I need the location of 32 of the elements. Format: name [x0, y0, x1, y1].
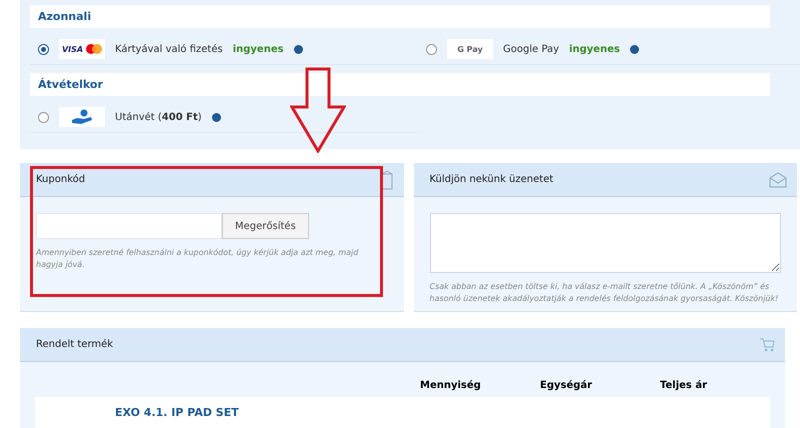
group-heading: Átvételkor — [30, 73, 770, 96]
circles-logo-icon — [86, 43, 102, 55]
radio-button[interactable] — [38, 112, 49, 122]
card-title: Küldjön nekünk üzenetet — [430, 174, 554, 185]
info-icon — [212, 112, 221, 122]
card-title: Kuponkód — [36, 174, 86, 185]
logo-text: G Pay — [457, 44, 483, 54]
card-title: Rendelt termék — [36, 339, 114, 350]
confirm-button[interactable]: Megerősítés — [222, 213, 309, 239]
column-heading: Teljes ár — [660, 380, 708, 391]
info-icon — [630, 44, 639, 54]
option-label: Utánvét (400 Ft) — [115, 112, 202, 122]
down-arrow-icon — [290, 67, 346, 153]
price-label: ingyenes — [232, 44, 284, 54]
price-label: ingyenes — [569, 44, 620, 54]
option-label: Google Pay — [503, 44, 560, 54]
info-icon — [294, 44, 303, 54]
envelope-icon — [769, 172, 787, 188]
coupon-input[interactable] — [36, 213, 222, 239]
radio-button[interactable] — [38, 44, 49, 54]
radio-button[interactable] — [426, 44, 437, 54]
message-textarea[interactable] — [430, 213, 781, 273]
logo-text: VISA — [62, 44, 84, 54]
column-heading: Egységár — [540, 380, 594, 391]
cart-icon — [759, 338, 775, 352]
hint-text: Amennyiben szeretné felhasználni a kuponkódot, úgy kérjük adja azt meg, majd hagyja jóvá. — [36, 247, 360, 271]
product-name: EXO 4.1. IP PAD SET — [115, 406, 239, 419]
column-heading: Mennyiség — [420, 380, 482, 391]
hand-coin-icon — [71, 109, 93, 125]
hint-text: Csak abban az esetben töltse ki, ha válasz e-mailt szeretne tőlünk. A „Köszönöm” és hasonló üzenetek akadályoztatják a rendelés feldolgozásának gyorsaságát. Köszönjük! — [430, 281, 780, 305]
group-heading: Azonnali — [30, 5, 770, 28]
option-label: Kártyával való fizetés — [115, 44, 223, 54]
